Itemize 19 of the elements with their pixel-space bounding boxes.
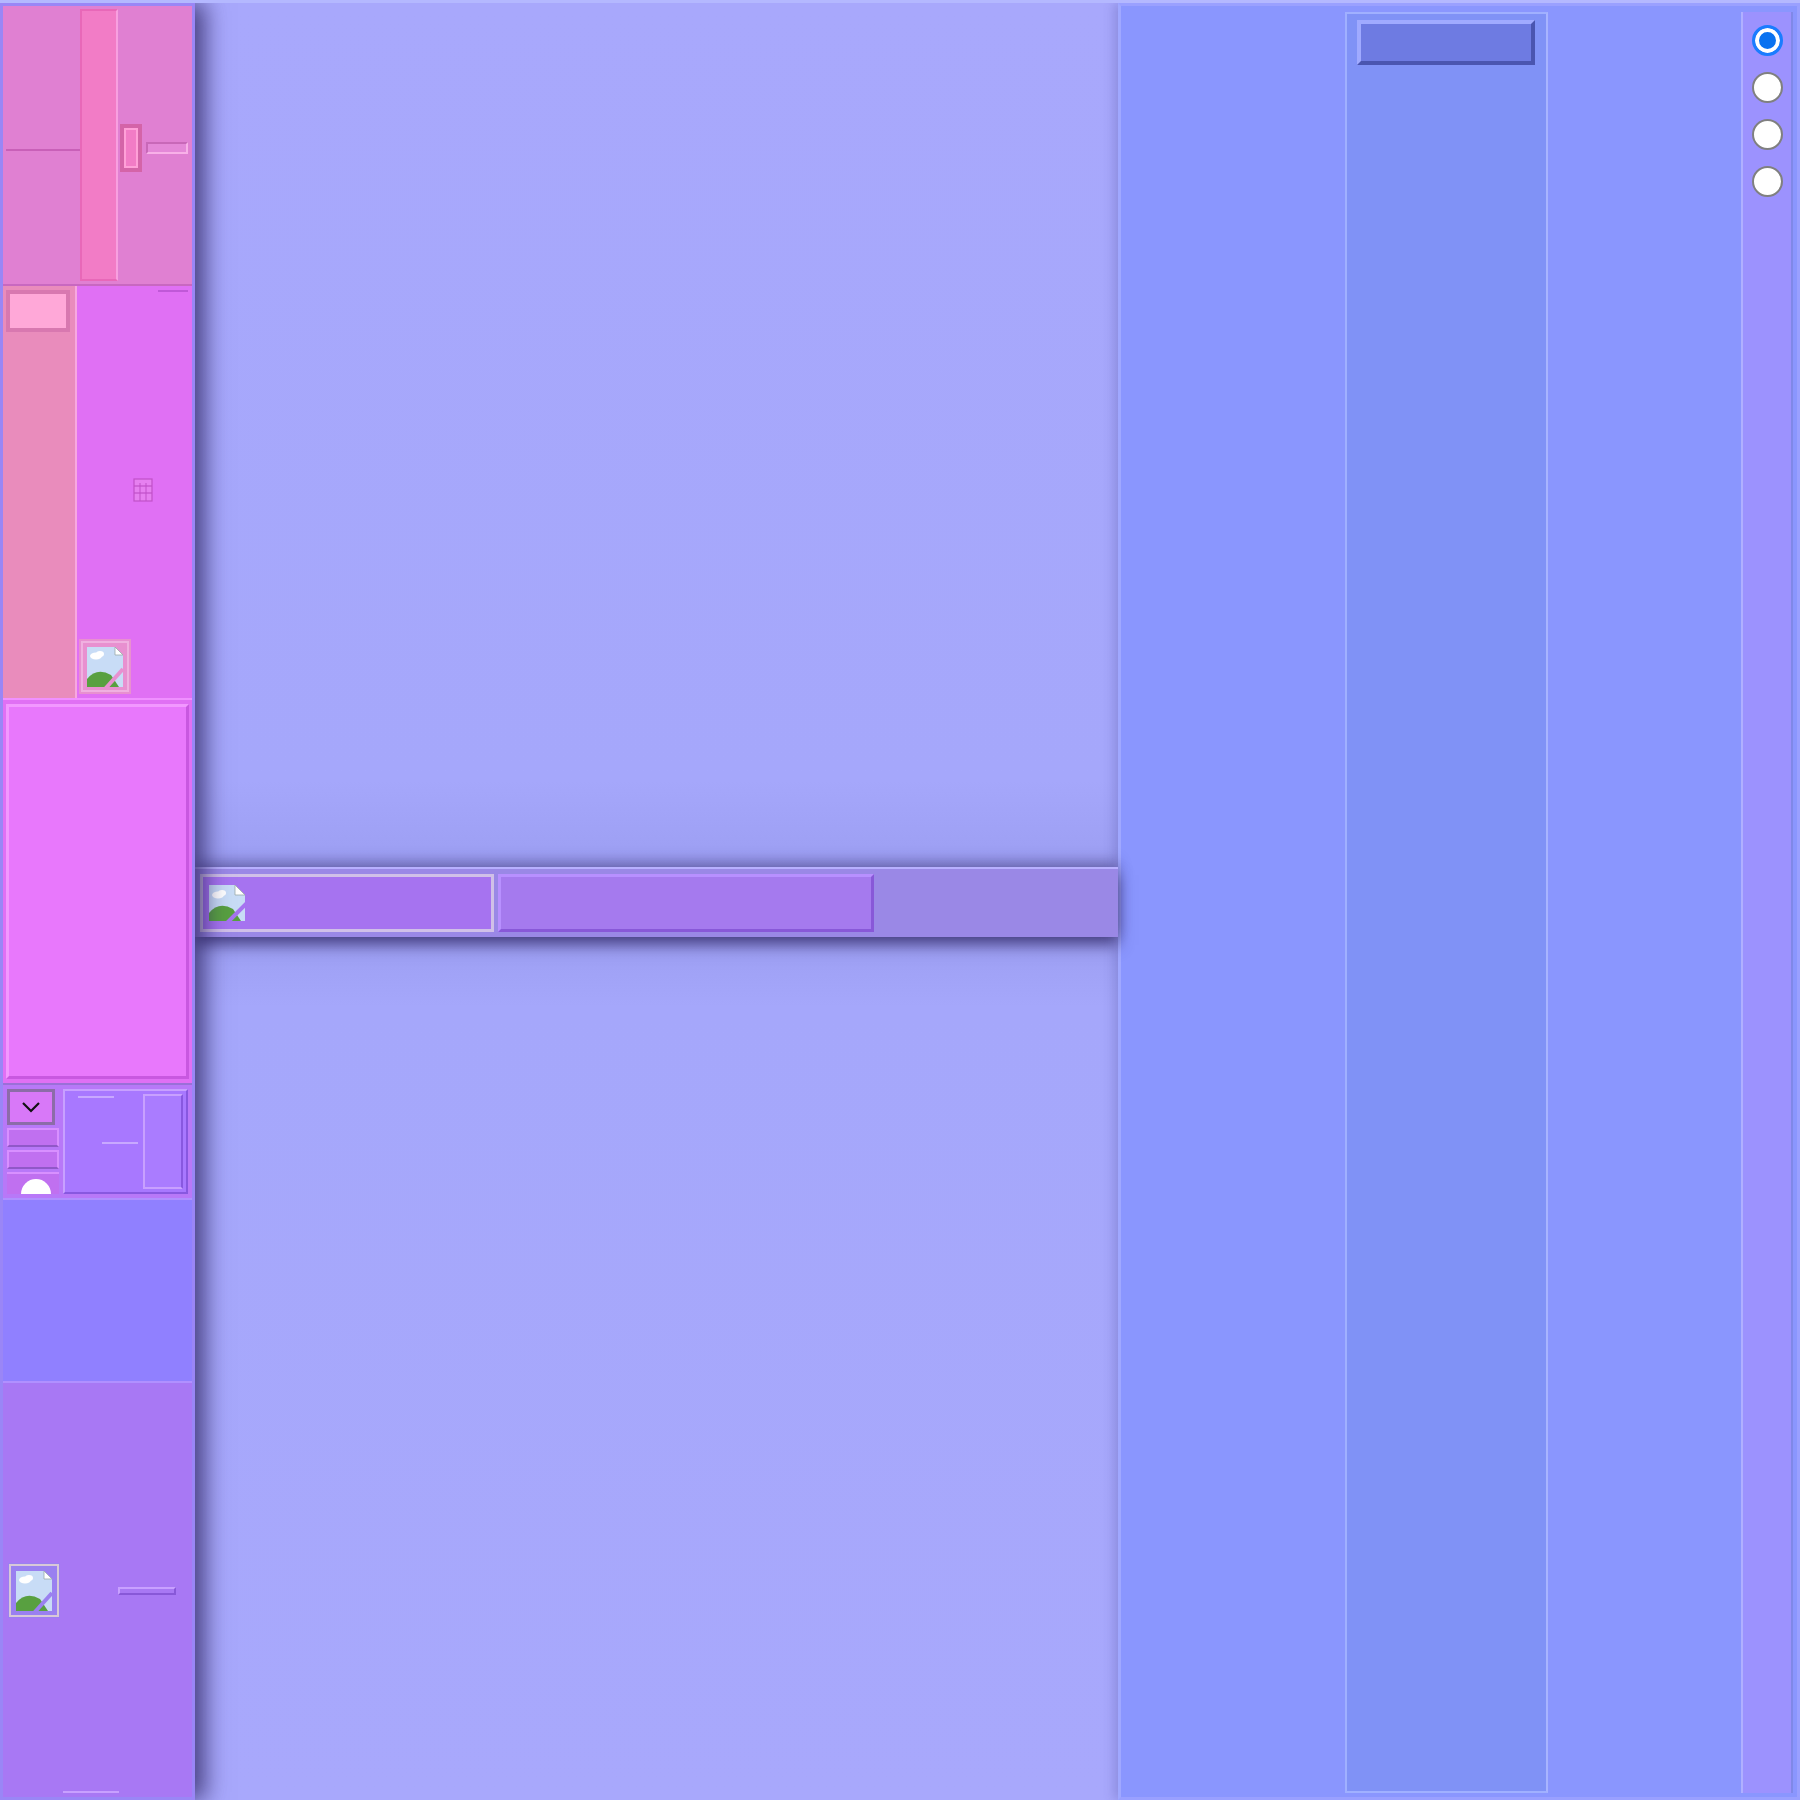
image-icon <box>79 639 131 694</box>
image-field[interactable] <box>200 873 494 932</box>
input-field[interactable] <box>498 873 874 932</box>
action-button[interactable] <box>1357 20 1535 65</box>
radio-button[interactable] <box>1751 25 1783 56</box>
image-icon <box>207 882 247 923</box>
chevron-down-icon <box>21 1101 41 1113</box>
radio-button[interactable] <box>1751 119 1783 150</box>
text-field[interactable] <box>6 290 70 332</box>
round-handle[interactable] <box>21 1179 51 1194</box>
image-icon <box>8 1563 60 1618</box>
list-item[interactable] <box>7 1150 59 1169</box>
radio-button[interactable] <box>1751 72 1783 103</box>
toggle-frame[interactable] <box>120 124 142 172</box>
input-field[interactable] <box>118 1586 176 1595</box>
grid-icon <box>133 478 153 502</box>
radio-button[interactable] <box>1751 166 1783 197</box>
input-field[interactable] <box>146 142 188 154</box>
dropdown-button[interactable] <box>7 1089 55 1125</box>
